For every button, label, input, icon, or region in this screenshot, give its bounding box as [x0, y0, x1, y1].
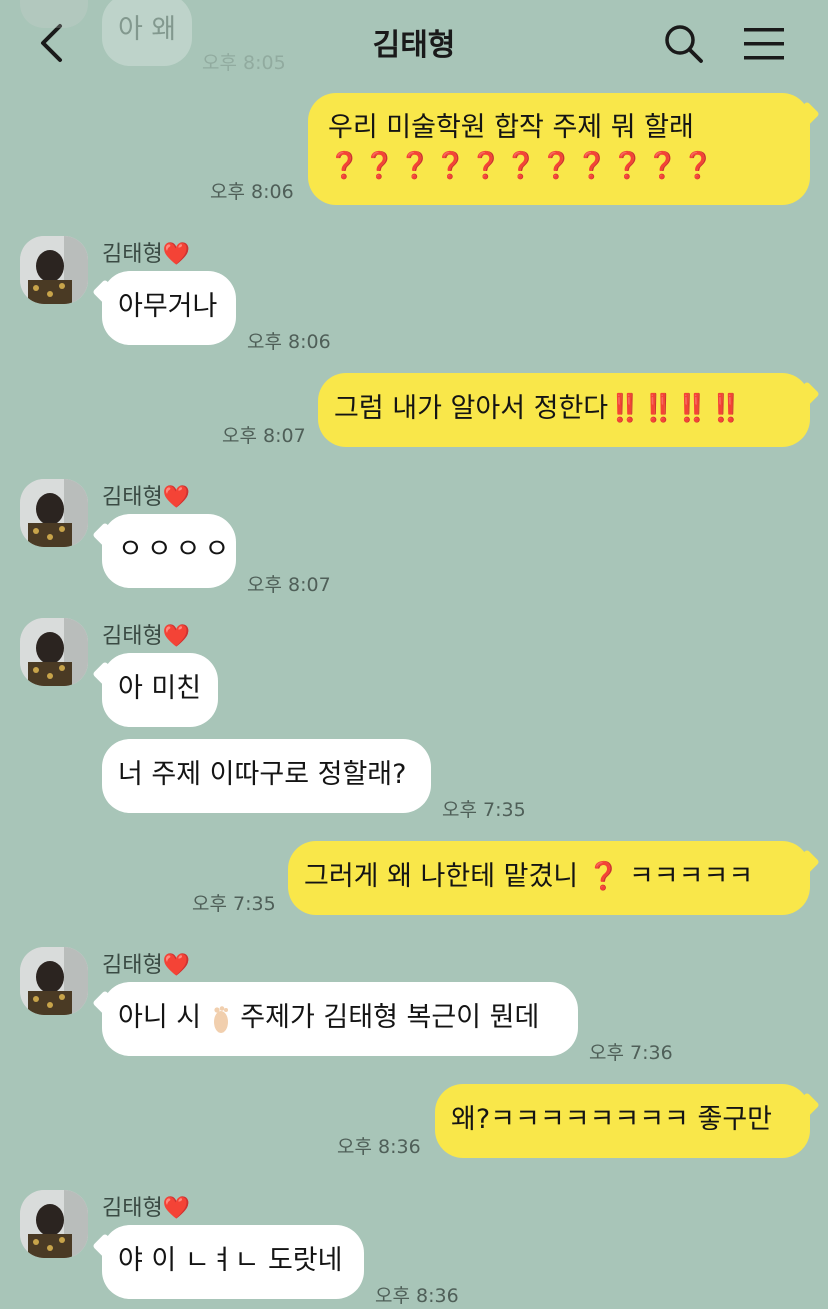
- message-time: 오후 7:35: [192, 893, 276, 915]
- message-bubble[interactable]: 야 이 ㄴㅕㄴ 도랏네: [102, 1225, 364, 1299]
- avatar[interactable]: [20, 947, 88, 1015]
- heart-emoji: ❤️: [162, 485, 191, 510]
- message-bubble[interactable]: 아니 시 주제가 김태형 복근이 뭔데: [102, 982, 578, 1056]
- avatar[interactable]: [20, 479, 88, 547]
- message-bubble[interactable]: ㅇㅇㅇㅇ: [102, 514, 236, 588]
- message-bubble[interactable]: 우리 미술학원 합작 주제 뭐 할래 ❓❓❓❓❓❓❓❓❓❓❓: [308, 93, 810, 205]
- profile-photo: [20, 618, 88, 686]
- message-bubble[interactable]: 그러게 왜 나한테 맡겼니 ❓ ㅋㅋㅋㅋㅋ: [288, 841, 810, 915]
- message-bubble[interactable]: 아무거나: [102, 271, 236, 345]
- message-time: 오후 8:36: [337, 1136, 421, 1158]
- message-text: 아 미친: [118, 673, 202, 704]
- search-icon: [665, 25, 703, 63]
- heart-emoji: ❤️: [162, 1196, 191, 1221]
- sender-name: 김태형❤️: [102, 1196, 191, 1221]
- message-time: 오후 8:06: [247, 331, 331, 353]
- message-bubble[interactable]: 너 주제 이따구로 정할래?: [102, 739, 431, 813]
- profile-photo: [20, 947, 88, 1015]
- message-bubble[interactable]: 왜?ㅋㅋㅋㅋㅋㅋㅋㅋ 좋구만: [435, 1084, 810, 1158]
- sender-name: 김태형❤️: [102, 953, 191, 978]
- sender-name: 김태형❤️: [102, 624, 191, 649]
- hamburger-menu-icon: [744, 28, 784, 60]
- avatar[interactable]: [20, 236, 88, 304]
- message-text: 그러게 왜 나한테 맡겼니: [304, 861, 579, 892]
- message-text: ㅋㅋㅋㅋㅋ: [628, 861, 754, 892]
- message-time: 오후 8:06: [210, 181, 294, 203]
- message-bubble[interactable]: 그럼 내가 알아서 정한다‼️‼️‼️‼️: [318, 373, 810, 447]
- message-time: 오후 8:07: [247, 574, 331, 596]
- heart-emoji: ❤️: [162, 242, 191, 267]
- question-emoji-row: ❓❓❓❓❓❓❓❓❓❓❓: [328, 151, 718, 181]
- message-text: 주제가 김태형 복근이 뭔데: [240, 1002, 540, 1033]
- message-bubble[interactable]: 아 미친: [102, 653, 218, 727]
- avatar[interactable]: [20, 618, 88, 686]
- message-text: 아무거나: [118, 291, 218, 322]
- avatar[interactable]: [20, 1190, 88, 1258]
- message-text: 그럼 내가 알아서 정한다: [334, 393, 609, 424]
- heart-emoji: ❤️: [162, 953, 191, 978]
- message-text: 왜?ㅋㅋㅋㅋㅋㅋㅋㅋ 좋구만: [451, 1104, 772, 1135]
- foot-emoji-icon: [213, 1005, 228, 1033]
- profile-photo: [20, 236, 88, 304]
- message-time: 오후 7:35: [442, 799, 526, 821]
- message-time: 오후 8:36: [375, 1285, 459, 1307]
- message-time: 오후 8:07: [222, 425, 306, 447]
- heart-emoji: ❤️: [162, 624, 191, 649]
- sender-name: 김태형❤️: [102, 242, 191, 267]
- message-time: 오후 7:36: [589, 1042, 673, 1064]
- message-time: 오후 8:05: [202, 52, 286, 74]
- exclamation-emoji-row: ‼️‼️‼️‼️: [608, 393, 743, 424]
- menu-button[interactable]: [740, 22, 788, 66]
- message-text: 아니 시: [118, 1002, 202, 1033]
- message-text: 야 이 ㄴㅕㄴ 도랏네: [118, 1245, 343, 1276]
- message-text: 너 주제 이따구로 정할래?: [118, 759, 407, 790]
- search-button[interactable]: [660, 20, 706, 66]
- profile-photo: [20, 479, 88, 547]
- message-text: ㅇㅇㅇㅇ: [118, 534, 234, 565]
- message-bubble[interactable]: 아 왜: [102, 0, 193, 66]
- question-emoji: ❓: [586, 861, 621, 892]
- message-text: 아 왜: [118, 14, 177, 45]
- sender-name: 김태형❤️: [102, 485, 191, 510]
- message-text: 우리 미술학원 합작 주제 뭐 할래: [328, 112, 694, 143]
- profile-photo: [20, 1190, 88, 1258]
